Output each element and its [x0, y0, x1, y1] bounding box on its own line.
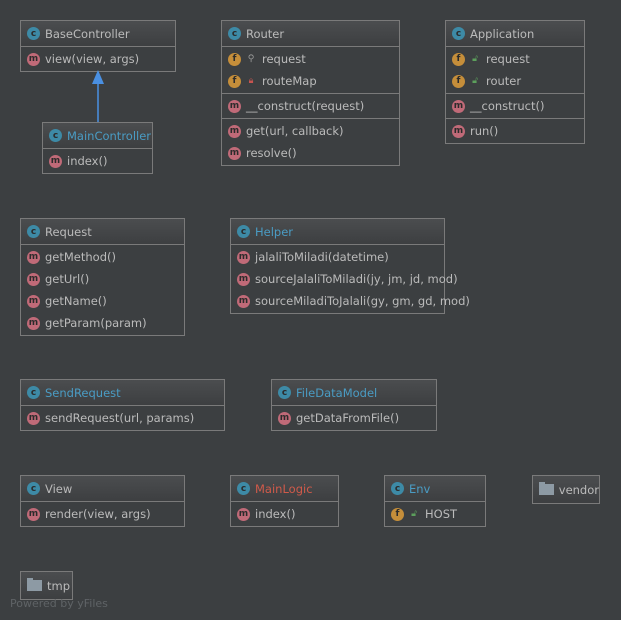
- inheritance-arrowhead: [92, 70, 104, 84]
- inheritance-edges: [92, 70, 104, 122]
- powered-by-footer: Powered by yFiles: [10, 597, 108, 610]
